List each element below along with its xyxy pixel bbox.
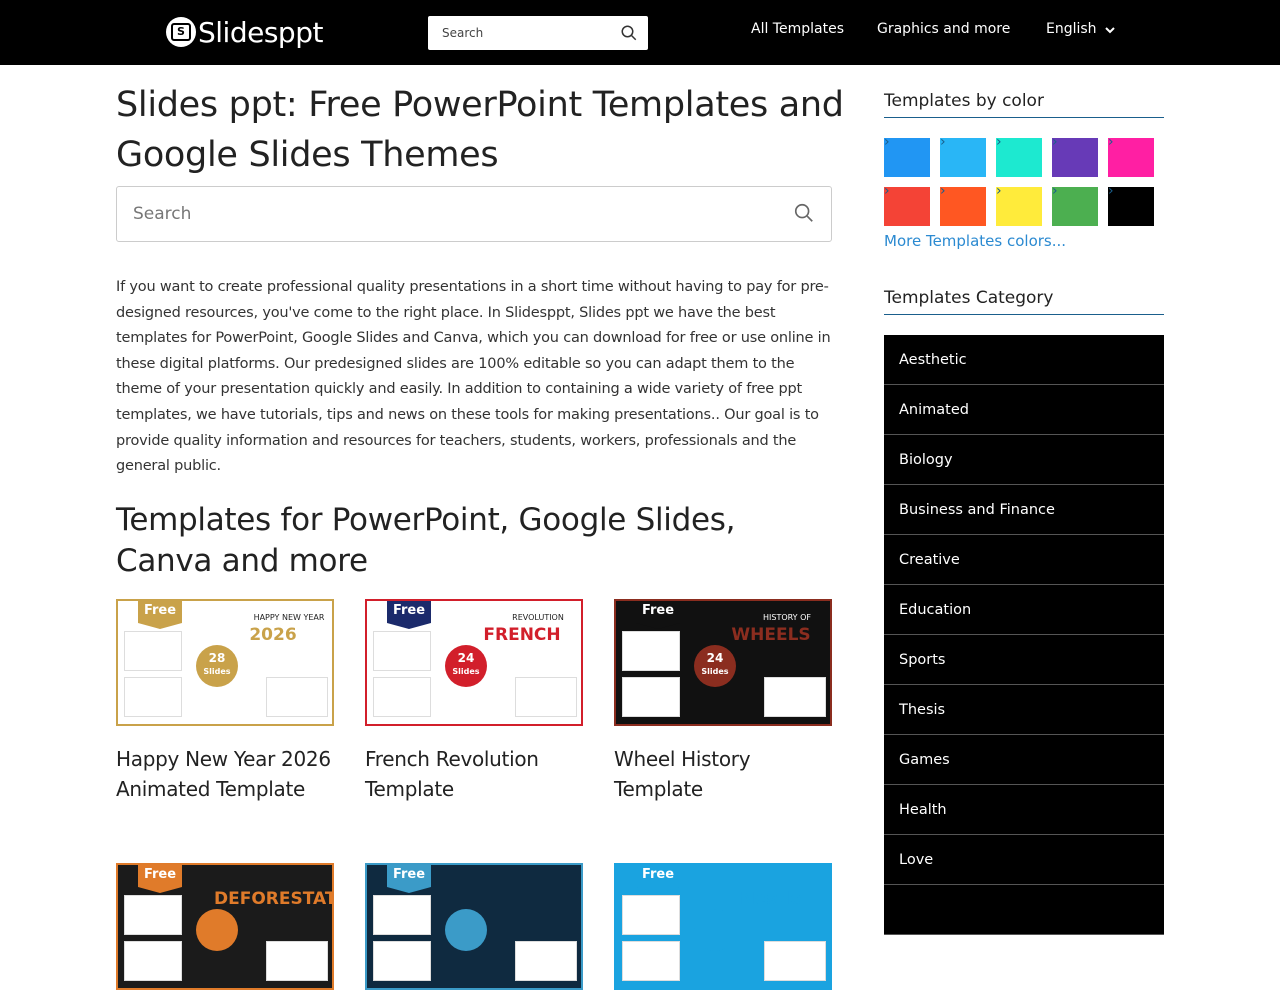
slide-preview bbox=[515, 677, 577, 717]
slide-count-badge: 24 Slides bbox=[694, 645, 736, 687]
template-thumbnail[interactable]: Free bbox=[365, 863, 583, 990]
slide-preview bbox=[764, 677, 826, 717]
color-swatch[interactable] bbox=[940, 134, 986, 177]
logo-icon: S bbox=[166, 17, 196, 47]
category-item[interactable]: Aesthetic bbox=[884, 335, 1164, 385]
category-item[interactable]: Biology bbox=[884, 435, 1164, 485]
search-icon[interactable] bbox=[620, 24, 638, 42]
slide-count-badge bbox=[694, 909, 736, 951]
slide-preview bbox=[622, 631, 680, 671]
thumb-subtitle: REVOLUTION bbox=[512, 613, 564, 622]
category-item[interactable]: Sports bbox=[884, 635, 1164, 685]
category-item[interactable]: Games bbox=[884, 735, 1164, 785]
site-logo[interactable]: S Slidesppt bbox=[166, 14, 323, 50]
template-thumbnail[interactable]: 28 Slides HAPPY NEW YEAR 2026 Free bbox=[116, 599, 334, 726]
category-item[interactable]: Business and Finance bbox=[884, 485, 1164, 535]
template-title[interactable]: Happy New Year 2026 Animated Template bbox=[116, 744, 334, 804]
slide-preview bbox=[266, 941, 328, 981]
color-swatch[interactable] bbox=[940, 183, 986, 226]
free-badge: Free bbox=[387, 601, 431, 629]
color-swatch[interactable] bbox=[884, 183, 930, 226]
category-item[interactable]: Health bbox=[884, 785, 1164, 835]
template-thumbnail[interactable]: 24 Slides REVOLUTION FRENCH Free bbox=[365, 599, 583, 726]
template-thumbnail[interactable]: Nestle Free bbox=[614, 863, 832, 990]
main-search-box bbox=[116, 186, 832, 242]
category-item[interactable]: Creative bbox=[884, 535, 1164, 585]
template-card[interactable]: 28 Slides HAPPY NEW YEAR 2026 Free Happy New … bbox=[116, 599, 334, 804]
category-item[interactable] bbox=[884, 885, 1164, 935]
more-colors-link[interactable]: More Templates colors... bbox=[884, 232, 1066, 250]
chevron-down-icon[interactable] bbox=[1104, 24, 1116, 36]
thumb-title: Nestle bbox=[740, 889, 802, 909]
slide-count-badge bbox=[445, 909, 487, 951]
header-search-input[interactable] bbox=[442, 16, 612, 50]
top-navbar: S Slidesppt All Templates Graphics and m… bbox=[0, 0, 1280, 65]
category-item[interactable]: Education bbox=[884, 585, 1164, 635]
logo-text: Slidesppt bbox=[198, 15, 323, 49]
intro-paragraph: If you want to create professional quali… bbox=[116, 279, 831, 475]
color-swatch[interactable] bbox=[1052, 183, 1098, 226]
thumb-title: FRENCH bbox=[483, 625, 561, 645]
thumb-title: WHEELS bbox=[731, 625, 811, 645]
slide-preview bbox=[124, 631, 182, 671]
color-swatch[interactable] bbox=[1052, 134, 1098, 177]
template-card[interactable]: Free bbox=[365, 863, 583, 1008]
free-badge: Free bbox=[138, 601, 182, 629]
free-badge: Free bbox=[636, 601, 680, 629]
template-card[interactable]: 24 Slides REVOLUTION FRENCH Free French Revol… bbox=[365, 599, 583, 804]
template-title[interactable]: French Revolution Template bbox=[365, 744, 583, 804]
category-item[interactable]: Thesis bbox=[884, 685, 1164, 735]
slide-preview bbox=[622, 941, 680, 981]
template-thumbnail[interactable]: DEFORESTATION Free bbox=[116, 863, 334, 990]
slide-preview bbox=[124, 677, 182, 717]
slide-preview bbox=[622, 895, 680, 935]
color-swatch[interactable] bbox=[996, 134, 1042, 177]
category-heading: Templates Category bbox=[884, 286, 1164, 315]
slide-preview bbox=[764, 941, 826, 981]
color-swatch[interactable] bbox=[996, 183, 1042, 226]
header-search-box bbox=[428, 16, 648, 50]
main-search-input[interactable] bbox=[133, 187, 773, 241]
free-badge: Free bbox=[138, 865, 182, 893]
thumb-title: 2026 bbox=[249, 625, 297, 645]
nav-all-templates[interactable]: All Templates bbox=[751, 21, 844, 37]
slide-preview bbox=[622, 677, 680, 717]
free-badge: Free bbox=[636, 865, 680, 893]
nav-graphics[interactable]: Graphics and more bbox=[877, 21, 1010, 37]
slide-preview bbox=[373, 941, 431, 981]
template-thumbnail[interactable]: 24 Slides HISTORY OF WHEELS Free bbox=[614, 599, 832, 726]
slide-preview bbox=[373, 895, 431, 935]
thumb-subtitle: HISTORY OF bbox=[762, 613, 811, 622]
category-item[interactable]: Animated bbox=[884, 385, 1164, 435]
thumb-title: DEFORESTATION bbox=[214, 889, 332, 909]
template-card[interactable]: Nestle Free bbox=[614, 863, 832, 1008]
template-card[interactable]: 24 Slides HISTORY OF WHEELS Free Wheel Histor… bbox=[614, 599, 832, 804]
template-title[interactable]: Wheel History Template bbox=[614, 744, 832, 804]
thumb-subtitle: HAPPY NEW YEAR bbox=[253, 613, 325, 622]
free-badge: Free bbox=[387, 865, 431, 893]
slide-preview bbox=[124, 941, 182, 981]
category-list: Aesthetic Animated Biology Business and Fin… bbox=[884, 335, 1164, 935]
category-item[interactable]: Love bbox=[884, 835, 1164, 885]
color-swatch[interactable] bbox=[1108, 183, 1154, 226]
section-title: Templates for PowerPoint, Google Slides,… bbox=[116, 502, 736, 579]
slide-preview bbox=[266, 677, 328, 717]
color-swatch[interactable] bbox=[884, 134, 930, 177]
search-icon[interactable] bbox=[793, 202, 815, 224]
color-swatch[interactable] bbox=[1108, 134, 1154, 177]
slide-preview bbox=[515, 941, 577, 981]
slide-preview bbox=[124, 895, 182, 935]
slide-preview bbox=[373, 677, 431, 717]
slide-count-badge: 28 Slides bbox=[196, 645, 238, 687]
slide-preview bbox=[373, 631, 431, 671]
colors-heading: Templates by color bbox=[884, 89, 1164, 118]
slide-count-badge bbox=[196, 909, 238, 951]
nav-language[interactable]: English bbox=[1046, 21, 1097, 37]
page-title: Slides ppt: Free PowerPoint Templates an… bbox=[116, 85, 844, 175]
slide-count-badge: 24 Slides bbox=[445, 645, 487, 687]
template-card[interactable]: DEFORESTATION Free bbox=[116, 863, 334, 1008]
